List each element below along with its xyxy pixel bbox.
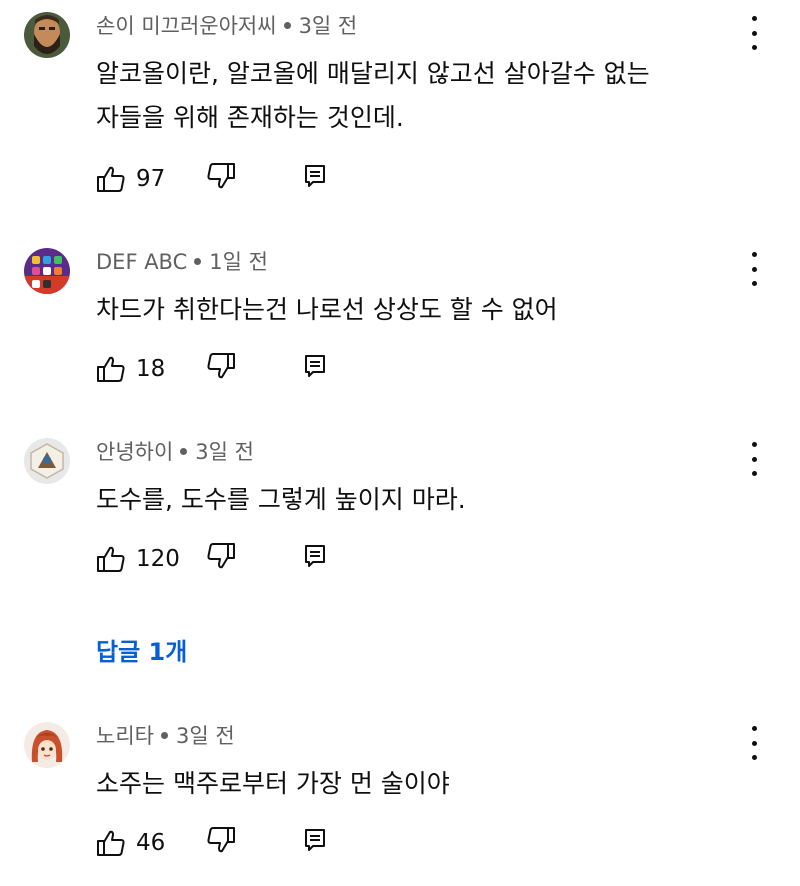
separator-dot [194, 258, 202, 265]
dislike-button[interactable] [206, 352, 236, 386]
like-count: 46 [136, 830, 166, 856]
separator-dot [180, 448, 188, 455]
comment-time: 1일 전 [209, 250, 268, 274]
comment-text: 차드가 취한다는건 나로선 상상도 할 수 없어 [96, 288, 716, 332]
thumbs-down-icon [207, 353, 235, 379]
comment-text-line: 자들을 위해 존재하는 것인데. [96, 103, 404, 132]
comment-text: 소주는 맥주로부터 가장 먼 술이야 [96, 762, 716, 806]
phone-homescreen-avatar-icon [24, 248, 70, 294]
comment-time: 3일 전 [195, 440, 254, 464]
more-options-button[interactable] [742, 726, 766, 760]
reply-button[interactable] [304, 354, 326, 382]
avatar[interactable] [24, 438, 70, 484]
author-name[interactable]: 손이 미끄러운아저씨 [96, 14, 277, 38]
reply-comment-icon [305, 355, 325, 377]
avatar[interactable] [24, 248, 70, 294]
comment-actions: 18 [96, 352, 356, 386]
author-name[interactable]: DEF ABC [96, 250, 187, 274]
comment-text-line: 차드가 취한다는건 나로선 상상도 할 수 없어 [96, 295, 558, 324]
avatar[interactable] [24, 12, 70, 58]
dislike-button[interactable] [206, 542, 236, 576]
comment-meta: 안녕하이 3일 전 [96, 438, 254, 466]
comment-meta: 손이 미끄러운아저씨 3일 전 [96, 12, 357, 40]
comment-time: 3일 전 [298, 14, 358, 38]
comment-actions: 120 [96, 542, 356, 576]
dislike-button[interactable] [206, 826, 236, 860]
comment-time: 3일 전 [175, 724, 235, 748]
hexagon-figure-avatar-icon [24, 438, 70, 484]
thumbs-up-icon [97, 830, 125, 856]
anime-girl-avatar-icon [24, 722, 70, 768]
reply-comment-icon [305, 829, 325, 851]
comment-text-line: 도수를, 도수를 그렇게 높이지 마라. [96, 485, 466, 514]
author-name[interactable]: 노리타 [96, 724, 154, 748]
reply-button[interactable] [304, 828, 326, 856]
thumbs-up-icon [97, 356, 125, 382]
dislike-button[interactable] [206, 162, 236, 196]
thumbs-down-icon [207, 163, 235, 189]
avatar[interactable] [24, 722, 70, 768]
comment-meta: DEF ABC 1일 전 [96, 248, 268, 276]
view-replies-link[interactable]: 답글 1개 [96, 632, 187, 667]
comment-text: 도수를, 도수를 그렇게 높이지 마라. [96, 478, 716, 522]
like-count: 97 [136, 166, 166, 192]
like-button[interactable]: 18 [96, 352, 165, 386]
like-count: 18 [136, 356, 166, 382]
separator-dot [160, 732, 168, 739]
like-button[interactable]: 97 [96, 162, 165, 196]
more-options-button[interactable] [742, 442, 766, 476]
comment-actions: 46 [96, 826, 356, 860]
reply-comment-icon [305, 545, 325, 567]
bearded-man-avatar-icon [24, 12, 70, 58]
reply-comment-icon [305, 165, 325, 187]
like-button[interactable]: 46 [96, 826, 165, 860]
more-options-button[interactable] [742, 16, 766, 50]
thumbs-up-icon [97, 546, 125, 572]
thumbs-down-icon [207, 827, 235, 853]
like-count: 120 [136, 546, 180, 572]
comment-meta: 노리타 3일 전 [96, 722, 235, 750]
reply-button[interactable] [304, 544, 326, 572]
comment-text: 알코올이란, 알코올에 매달리지 않고선 살아갈수 없는 자들을 위해 존재하는… [96, 52, 716, 140]
comment-actions: 97 [96, 162, 356, 196]
more-options-button[interactable] [742, 252, 766, 286]
like-button[interactable]: 120 [96, 542, 180, 576]
comment-text-line: 소주는 맥주로부터 가장 먼 술이야 [96, 769, 450, 798]
comment-text-line: 알코올이란, 알코올에 매달리지 않고선 살아갈수 없는 [96, 59, 650, 88]
reply-button[interactable] [304, 164, 326, 192]
separator-dot [283, 22, 291, 29]
author-name[interactable]: 안녕하이 [96, 440, 173, 464]
thumbs-up-icon [97, 166, 125, 192]
thumbs-down-icon [207, 543, 235, 569]
